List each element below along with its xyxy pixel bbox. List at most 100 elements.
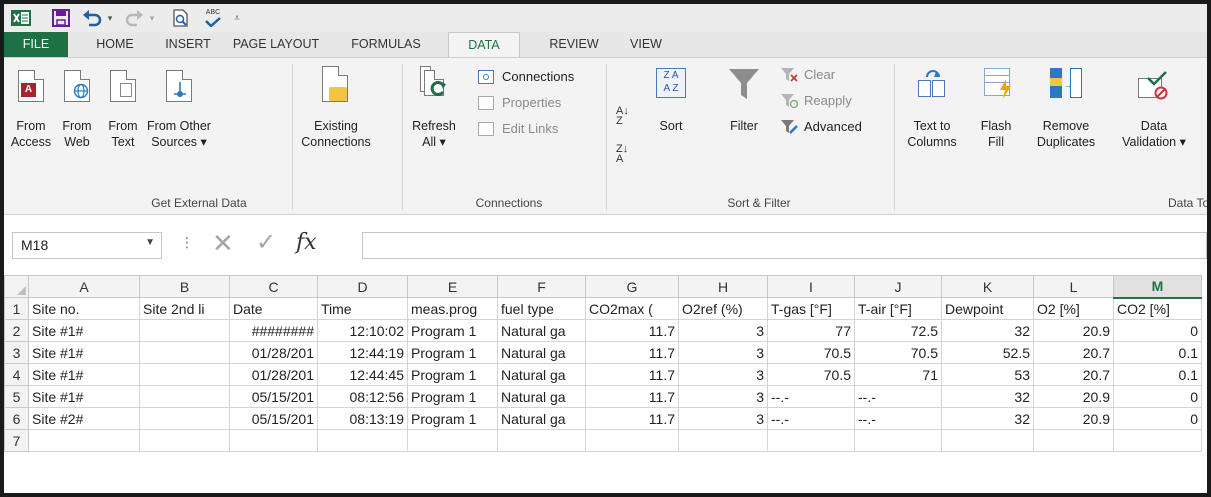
cell[interactable]: 11.7 bbox=[585, 341, 679, 364]
cell[interactable] bbox=[1033, 429, 1114, 452]
cell[interactable]: Program 1 bbox=[407, 341, 498, 364]
cell[interactable]: 0 bbox=[1113, 385, 1202, 408]
print-preview-icon[interactable] bbox=[170, 8, 192, 28]
from-other-sources-button[interactable]: From Other Sources ▾ bbox=[144, 66, 214, 186]
cell[interactable]: CO2 [%] bbox=[1113, 297, 1202, 320]
clear-filter-button[interactable]: Clear bbox=[776, 66, 876, 88]
cell[interactable]: 0.1 bbox=[1113, 341, 1202, 364]
cell[interactable] bbox=[317, 429, 408, 452]
cell[interactable] bbox=[854, 429, 942, 452]
cell[interactable]: ######## bbox=[229, 319, 318, 342]
tab-view[interactable]: VIEW bbox=[620, 32, 672, 57]
cell[interactable]: 3 bbox=[678, 385, 768, 408]
reapply-button[interactable]: Reapply bbox=[776, 92, 876, 114]
cell[interactable]: 20.7 bbox=[1033, 341, 1114, 364]
cell[interactable]: Program 1 bbox=[407, 363, 498, 386]
cell[interactable]: T-gas [°F] bbox=[767, 297, 855, 320]
cell[interactable]: 01/28/201 bbox=[229, 363, 318, 386]
cell[interactable]: Program 1 bbox=[407, 385, 498, 408]
cell[interactable]: Site #2# bbox=[28, 407, 140, 430]
insert-function-icon[interactable]: fx bbox=[296, 230, 317, 256]
cell[interactable]: meas.prog bbox=[407, 297, 498, 320]
cell[interactable]: 11.7 bbox=[585, 363, 679, 386]
cell[interactable]: Site #1# bbox=[28, 319, 140, 342]
cell[interactable]: O2 [%] bbox=[1033, 297, 1114, 320]
spelling-check-icon[interactable]: ABC bbox=[200, 8, 226, 28]
sort-button[interactable]: Z AA Z Sort bbox=[644, 66, 698, 186]
from-access-button[interactable]: A From Access bbox=[8, 66, 54, 186]
cell[interactable]: 70.5 bbox=[854, 341, 942, 364]
cell[interactable]: 05/15/201 bbox=[229, 407, 318, 430]
cell[interactable]: Site 2nd li bbox=[139, 297, 230, 320]
cell[interactable] bbox=[497, 429, 586, 452]
customize-qat-icon[interactable]: ⩡ bbox=[230, 8, 244, 28]
text-to-columns-button[interactable]: Text to Columns bbox=[900, 66, 964, 186]
cell[interactable] bbox=[139, 385, 230, 408]
cell[interactable]: Time bbox=[317, 297, 408, 320]
column-header[interactable]: F bbox=[497, 275, 586, 298]
data-validation-button[interactable]: Data Validation ▾ bbox=[1106, 66, 1202, 186]
cell[interactable]: CO2max ( bbox=[585, 297, 679, 320]
cell[interactable]: 11.7 bbox=[585, 385, 679, 408]
cell[interactable]: --.- bbox=[767, 385, 855, 408]
cell[interactable]: 20.9 bbox=[1033, 385, 1114, 408]
select-all-corner[interactable] bbox=[4, 275, 29, 298]
cell[interactable]: 12:10:02 bbox=[317, 319, 408, 342]
cell[interactable]: 70.5 bbox=[767, 363, 855, 386]
cell[interactable]: Date bbox=[229, 297, 318, 320]
column-header[interactable]: G bbox=[585, 275, 679, 298]
tab-review[interactable]: REVIEW bbox=[534, 32, 614, 57]
cell[interactable] bbox=[678, 429, 768, 452]
cell[interactable]: Natural ga bbox=[497, 341, 586, 364]
row-header[interactable]: 3 bbox=[4, 341, 29, 364]
remove-duplicates-button[interactable]: → Remove Duplicates bbox=[1028, 66, 1104, 186]
cell[interactable] bbox=[139, 407, 230, 430]
tab-file[interactable]: FILE bbox=[4, 32, 68, 57]
cell[interactable]: 08:12:56 bbox=[317, 385, 408, 408]
column-header[interactable]: H bbox=[678, 275, 768, 298]
cell[interactable] bbox=[139, 319, 230, 342]
cell[interactable]: 32 bbox=[941, 319, 1034, 342]
column-header[interactable]: D bbox=[317, 275, 408, 298]
existing-connections-button[interactable]: Existing Connections bbox=[296, 66, 376, 186]
save-icon[interactable] bbox=[50, 8, 72, 28]
cell[interactable]: 11.7 bbox=[585, 407, 679, 430]
cell[interactable] bbox=[229, 429, 318, 452]
cell[interactable]: 32 bbox=[941, 385, 1034, 408]
enter-icon[interactable]: ✓ bbox=[256, 230, 276, 256]
cancel-icon[interactable]: ✕ bbox=[212, 230, 234, 256]
cell[interactable] bbox=[139, 341, 230, 364]
cell[interactable]: T-air [°F] bbox=[854, 297, 942, 320]
cell[interactable] bbox=[941, 429, 1034, 452]
cell[interactable]: 20.9 bbox=[1033, 407, 1114, 430]
refresh-all-button[interactable]: Refresh All ▾ bbox=[406, 66, 462, 186]
cell[interactable]: 3 bbox=[678, 319, 768, 342]
tab-page-layout[interactable]: PAGE LAYOUT bbox=[226, 32, 326, 57]
redo-dropdown-icon[interactable]: ▾ bbox=[146, 8, 158, 28]
cell[interactable]: Program 1 bbox=[407, 407, 498, 430]
cell[interactable]: 3 bbox=[678, 341, 768, 364]
cell[interactable]: 70.5 bbox=[767, 341, 855, 364]
cell[interactable]: 71 bbox=[854, 363, 942, 386]
cell[interactable] bbox=[139, 363, 230, 386]
cell[interactable]: 20.7 bbox=[1033, 363, 1114, 386]
properties-button[interactable]: Properties bbox=[474, 94, 604, 116]
cell[interactable]: 77 bbox=[767, 319, 855, 342]
cell[interactable]: Program 1 bbox=[407, 319, 498, 342]
cell[interactable]: 3 bbox=[678, 363, 768, 386]
cell[interactable]: Dewpoint bbox=[941, 297, 1034, 320]
cell[interactable]: Natural ga bbox=[497, 319, 586, 342]
column-header[interactable]: I bbox=[767, 275, 855, 298]
formula-input[interactable] bbox=[362, 232, 1207, 259]
column-header[interactable]: L bbox=[1033, 275, 1114, 298]
row-header[interactable]: 2 bbox=[4, 319, 29, 342]
sort-ascending-button[interactable]: A↓ Z bbox=[616, 106, 636, 130]
column-header[interactable]: E bbox=[407, 275, 498, 298]
cell[interactable]: 20.9 bbox=[1033, 319, 1114, 342]
column-header[interactable]: K bbox=[941, 275, 1034, 298]
tab-insert[interactable]: INSERT bbox=[156, 32, 220, 57]
edit-links-button[interactable]: Edit Links bbox=[474, 120, 604, 142]
cell[interactable]: 52.5 bbox=[941, 341, 1034, 364]
cell[interactable]: 12:44:19 bbox=[317, 341, 408, 364]
cell[interactable]: Site #1# bbox=[28, 363, 140, 386]
